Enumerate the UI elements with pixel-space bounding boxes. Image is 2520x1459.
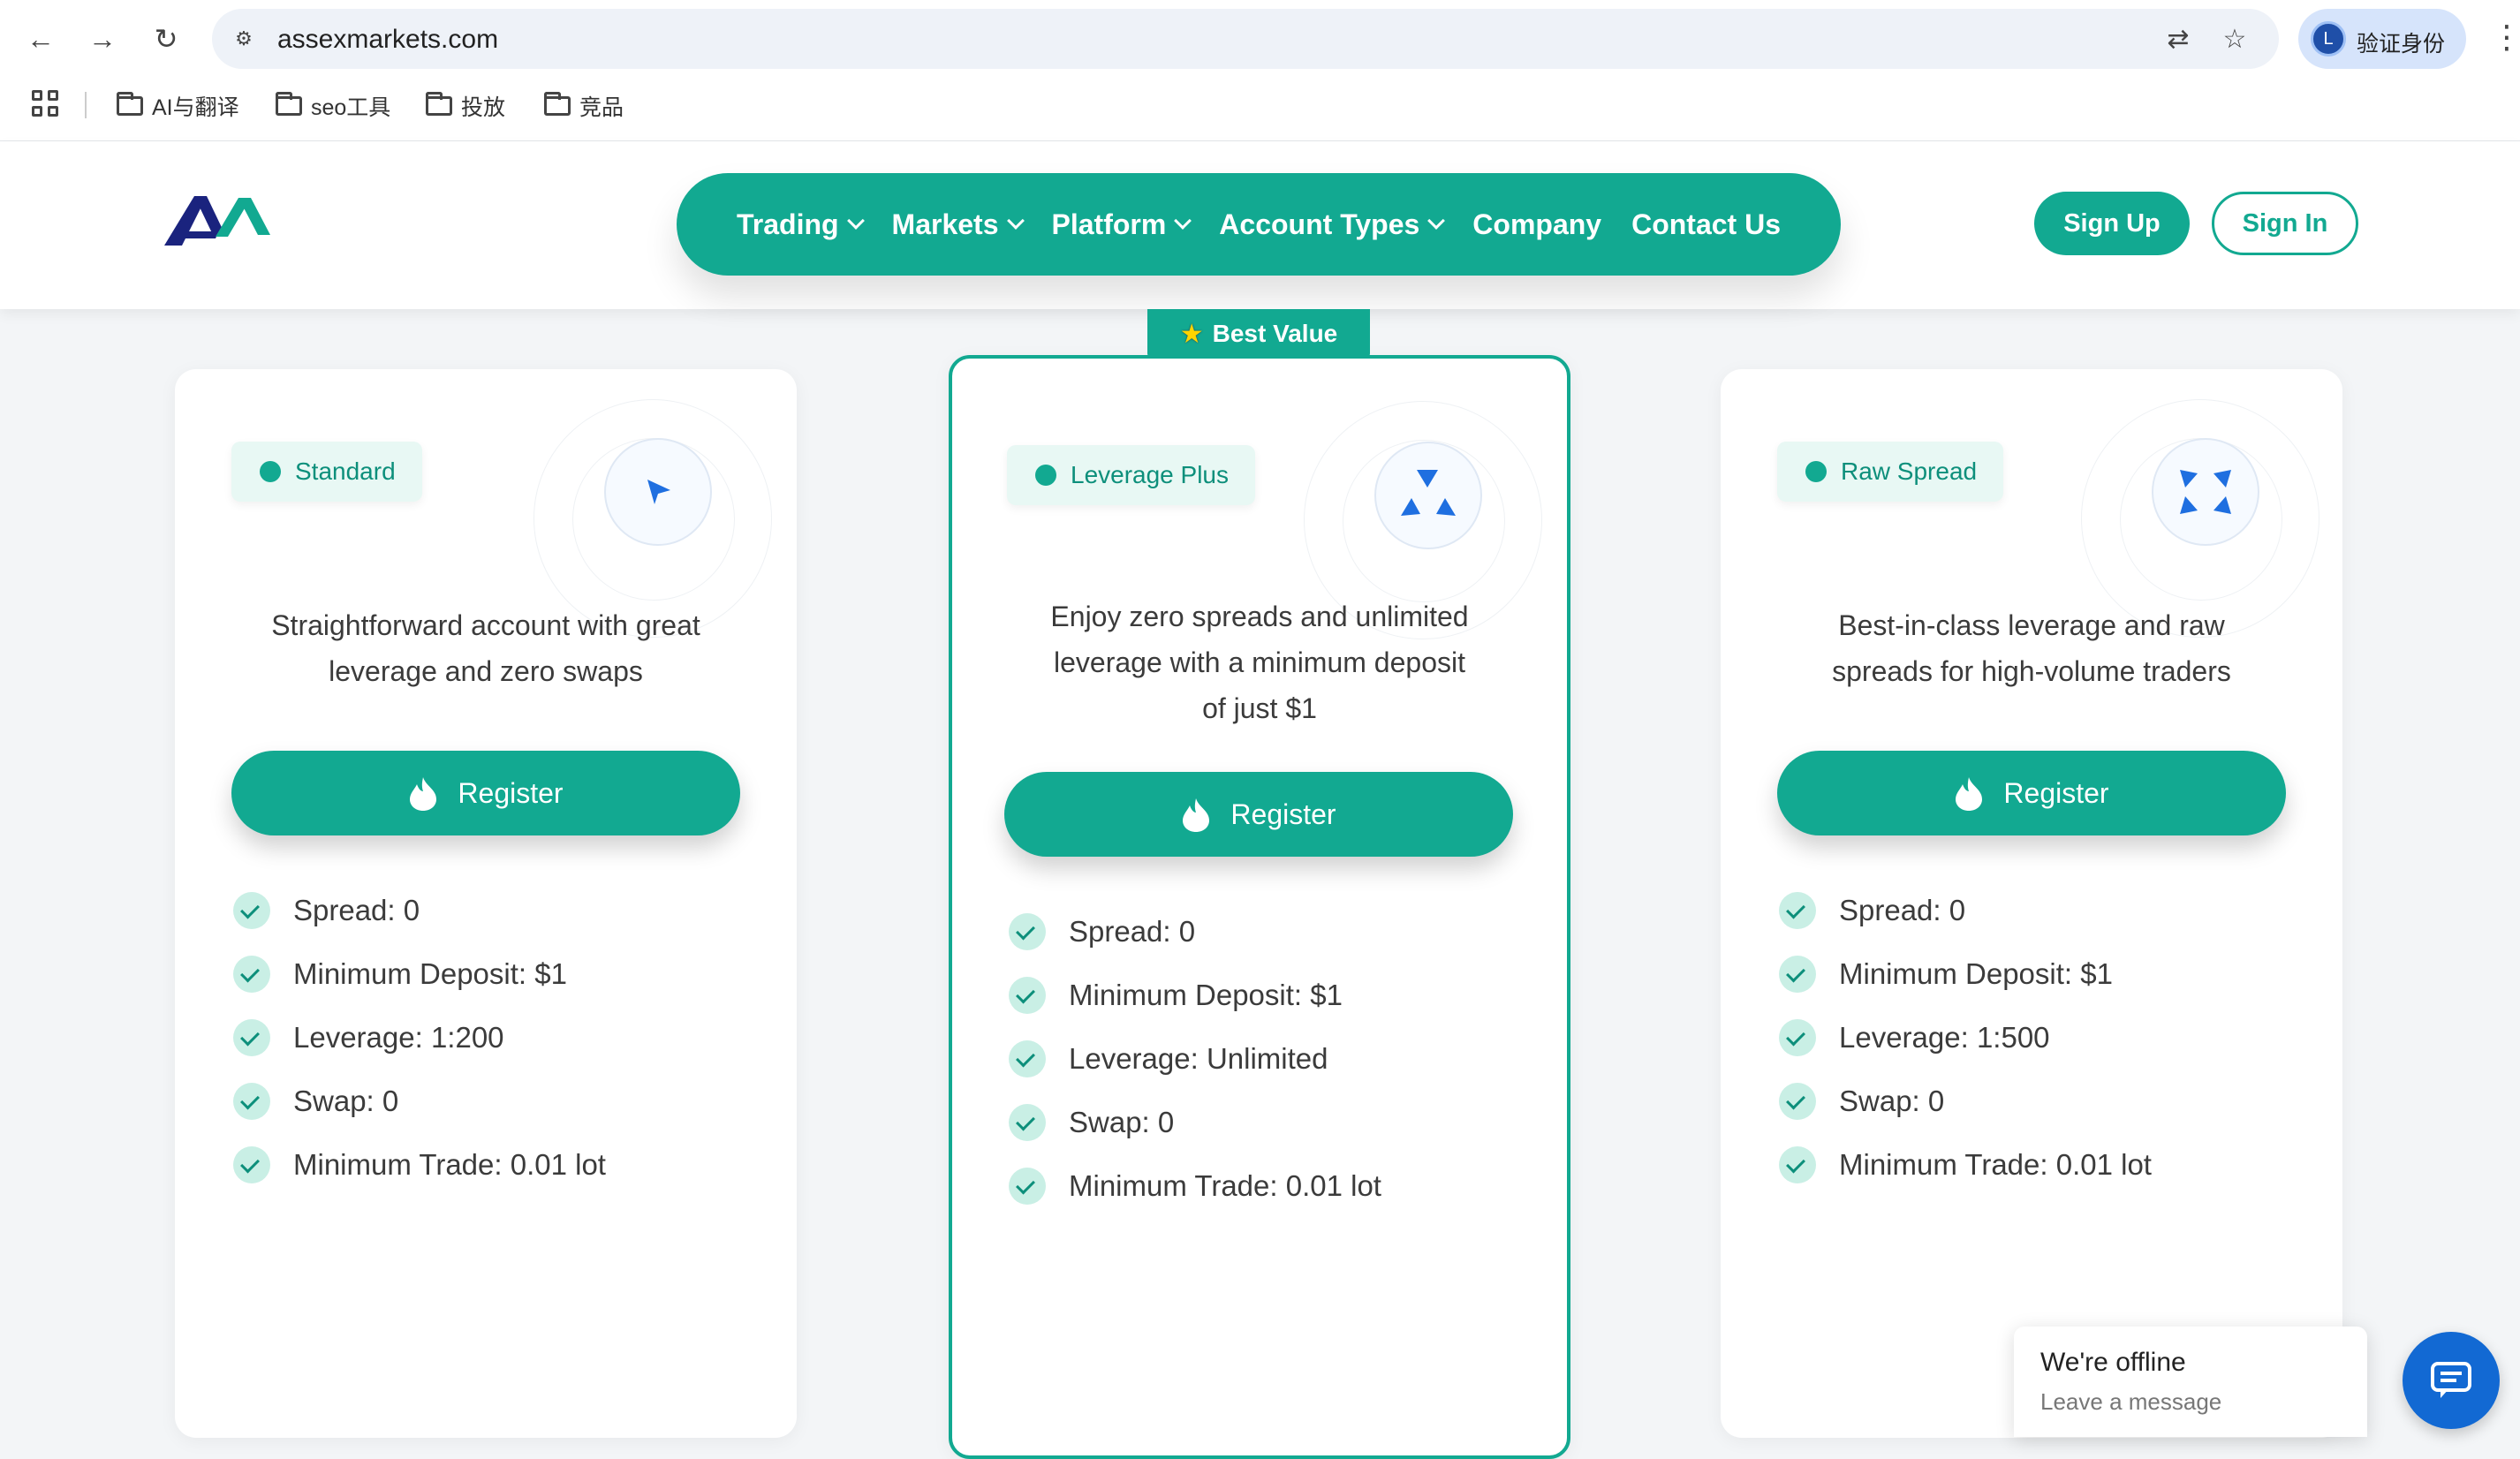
feature-item: Leverage: 1:200 xyxy=(233,1019,504,1056)
chevron-down-icon xyxy=(1006,212,1025,230)
chevron-down-icon xyxy=(1174,212,1192,230)
feature-item: Leverage: 1:500 xyxy=(1779,1019,2050,1056)
feature-item: Minimum Deposit: $1 xyxy=(233,956,567,993)
feature-item: Swap: 0 xyxy=(233,1083,398,1120)
avatar: L xyxy=(2311,21,2346,57)
forward-icon[interactable]: → xyxy=(83,19,122,58)
feature-item: Swap: 0 xyxy=(1779,1083,1944,1120)
feature-item: Swap: 0 xyxy=(1009,1104,1174,1141)
bookmark-star-icon[interactable]: ☆ xyxy=(2217,21,2252,57)
nav-company[interactable]: Company xyxy=(1472,208,1601,241)
feature-item: Minimum Deposit: $1 xyxy=(1009,977,1343,1014)
check-icon xyxy=(1009,1040,1046,1077)
check-icon xyxy=(1009,977,1046,1014)
nav-platform[interactable]: Platform xyxy=(1052,208,1192,241)
url-text[interactable]: assexmarkets.com xyxy=(277,25,498,55)
check-icon xyxy=(1779,1083,1816,1120)
bookmark-folder[interactable]: 投放 xyxy=(426,88,505,124)
card-description: Straightforward account with great lever… xyxy=(271,609,700,687)
brand-logo[interactable] xyxy=(164,191,270,253)
profile-label: 验证身份 xyxy=(2357,32,2446,57)
best-value-badge: ★ Best Value xyxy=(1147,309,1370,359)
check-icon xyxy=(233,1146,270,1183)
menu-kebab-icon[interactable]: ⋮ xyxy=(2491,21,2520,53)
chevron-down-icon xyxy=(846,212,865,230)
feature-item: Leverage: Unlimited xyxy=(1009,1040,1328,1077)
tag-standard: Standard xyxy=(231,442,422,502)
browser-chrome: ← → ↻ ⚙ assexmarkets.com ⇄ ☆ L 验证身份 ⋮ AI… xyxy=(0,0,2520,141)
card-description: Enjoy zero spreads and unlimited leverag… xyxy=(1050,601,1469,724)
feature-item: Minimum Deposit: $1 xyxy=(1779,956,2113,993)
feature-item: Minimum Trade: 0.01 lot xyxy=(1779,1146,2152,1183)
account-types-section: Standard Straightforward account with gr… xyxy=(0,309,2520,1459)
chat-title: We're offline xyxy=(2040,1348,2186,1377)
site-header: Trading Markets Platform Account Types C… xyxy=(0,141,2520,309)
chat-offline-popup[interactable]: We're offline Leave a message xyxy=(2014,1327,2367,1437)
star-icon: ★ xyxy=(1179,319,1204,349)
check-icon xyxy=(1779,956,1816,993)
chevron-down-icon xyxy=(1427,212,1446,230)
check-icon xyxy=(233,1019,270,1056)
feature-item: Spread: 0 xyxy=(233,892,420,929)
check-icon xyxy=(1009,1168,1046,1205)
check-icon xyxy=(233,892,270,929)
check-icon xyxy=(1779,892,1816,929)
nav-trading[interactable]: Trading xyxy=(737,208,865,241)
register-button[interactable]: Register xyxy=(231,751,740,835)
flame-icon xyxy=(1956,777,1983,811)
flame-icon xyxy=(410,777,437,811)
nav-contact-us[interactable]: Contact Us xyxy=(1631,208,1781,241)
card-description: Best-in-class leverage and raw spreads f… xyxy=(1832,609,2231,687)
feature-item: Minimum Trade: 0.01 lot xyxy=(233,1146,606,1183)
chat-launcher-button[interactable] xyxy=(2403,1332,2500,1429)
compress-arrows-icon xyxy=(1374,442,1482,549)
folder-icon xyxy=(544,92,571,116)
check-icon xyxy=(233,956,270,993)
tag-raw-spread: Raw Spread xyxy=(1777,442,2004,502)
nav-account-types[interactable]: Account Types xyxy=(1219,208,1446,241)
sign-in-button[interactable]: Sign In xyxy=(2212,192,2358,255)
browser-toolbar: ← → ↻ ⚙ assexmarkets.com ⇄ ☆ L 验证身份 ⋮ xyxy=(0,0,2520,78)
folder-icon xyxy=(426,92,452,116)
chat-subtitle: Leave a message xyxy=(2040,1388,2222,1415)
profile-button[interactable]: L 验证身份 xyxy=(2298,9,2466,69)
back-icon[interactable]: ← xyxy=(21,19,60,58)
cursor-arrow-icon xyxy=(604,438,712,546)
folder-icon xyxy=(117,92,143,116)
translate-icon[interactable]: ⇄ xyxy=(2161,21,2196,57)
main-nav: Trading Markets Platform Account Types C… xyxy=(677,173,1841,276)
bookmarks-bar: AI与翻译 seo工具 投放 竞品 xyxy=(0,85,2520,127)
sign-up-button[interactable]: Sign Up xyxy=(2034,192,2190,255)
address-bar[interactable]: ⚙ assexmarkets.com ⇄ ☆ xyxy=(212,9,2279,69)
expand-arrows-icon xyxy=(2152,438,2259,546)
bookmark-folder[interactable]: seo工具 xyxy=(276,88,390,124)
nav-markets[interactable]: Markets xyxy=(892,208,1025,241)
reload-icon[interactable]: ↻ xyxy=(147,19,185,58)
folder-icon xyxy=(276,92,302,116)
check-icon xyxy=(1779,1146,1816,1183)
feature-item: Spread: 0 xyxy=(1009,913,1195,950)
site-settings-icon[interactable]: ⚙ xyxy=(226,21,261,57)
feature-item: Spread: 0 xyxy=(1779,892,1965,929)
bookmark-folder[interactable]: AI与翻译 xyxy=(117,88,239,124)
bookmark-folder[interactable]: 竞品 xyxy=(544,88,624,124)
flame-icon xyxy=(1183,798,1210,832)
check-icon xyxy=(1779,1019,1816,1056)
register-button[interactable]: Register xyxy=(1777,751,2286,835)
check-icon xyxy=(233,1083,270,1120)
check-icon xyxy=(1009,1104,1046,1141)
check-icon xyxy=(1009,913,1046,950)
feature-item: Minimum Trade: 0.01 lot xyxy=(1009,1168,1381,1205)
chat-bubble-icon xyxy=(2431,1362,2471,1398)
tag-leverage-plus: Leverage Plus xyxy=(1007,445,1256,505)
register-button[interactable]: Register xyxy=(1004,772,1513,857)
